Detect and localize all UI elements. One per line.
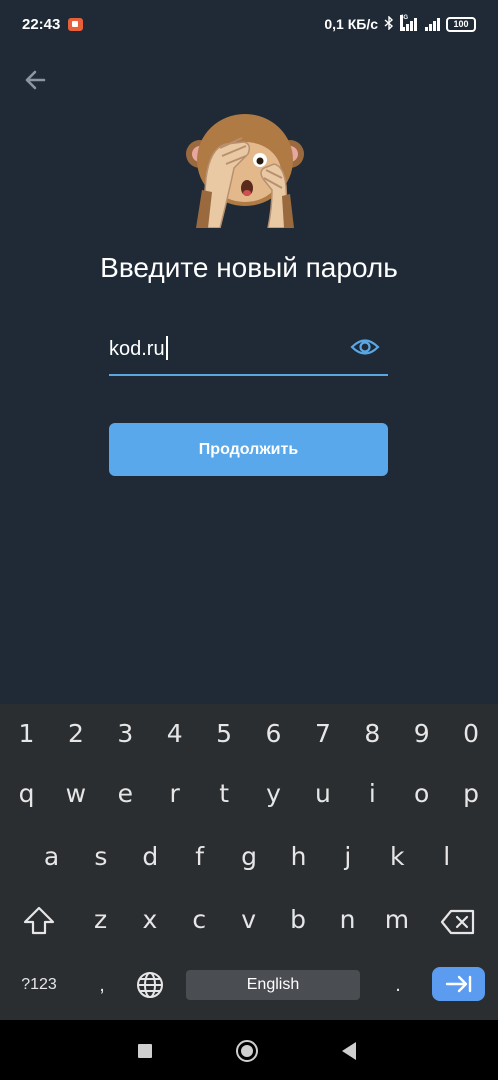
period-key[interactable]: . [384, 970, 412, 1000]
key-f[interactable]: f [175, 827, 224, 885]
key-1[interactable]: 1 [2, 704, 51, 762]
battery-level: 100 [453, 19, 469, 29]
arrow-left-icon [25, 70, 46, 90]
key-j[interactable]: j [323, 827, 372, 885]
keyboard-number-row: 1234567890 [0, 704, 498, 762]
key-t[interactable]: t [200, 764, 249, 822]
key-a[interactable]: a [27, 827, 76, 885]
key-7[interactable]: 7 [298, 704, 347, 762]
key-i[interactable]: i [348, 764, 397, 822]
key-2[interactable]: 2 [51, 704, 100, 762]
key-c[interactable]: c [175, 890, 224, 948]
key-0[interactable]: 0 [447, 704, 496, 762]
key-x[interactable]: x [125, 890, 174, 948]
backspace-key[interactable] [440, 908, 476, 936]
page-title: Введите новый пароль [100, 252, 398, 283]
enter-arrow-icon [445, 975, 471, 993]
key-n[interactable]: n [323, 890, 372, 948]
recents-button[interactable] [138, 1044, 152, 1058]
key-g[interactable]: g [225, 827, 274, 885]
signal-4g-icon: 4G [400, 14, 417, 31]
monkey-sticker [186, 108, 304, 229]
battery-icon: 100 [446, 16, 476, 32]
key-4[interactable]: 4 [150, 704, 199, 762]
comma-key[interactable]: , [88, 970, 116, 1000]
key-d[interactable]: d [126, 827, 175, 885]
key-3[interactable]: 3 [101, 704, 150, 762]
key-9[interactable]: 9 [397, 704, 446, 762]
key-r[interactable]: r [150, 764, 199, 822]
language-key[interactable] [134, 969, 166, 1001]
key-l[interactable]: l [422, 827, 471, 885]
eye-icon [350, 339, 380, 355]
back-button[interactable] [20, 64, 52, 96]
key-6[interactable]: 6 [249, 704, 298, 762]
key-8[interactable]: 8 [348, 704, 397, 762]
key-m[interactable]: m [372, 890, 421, 948]
key-u[interactable]: u [298, 764, 347, 822]
monkey-covering-eyes-icon [186, 114, 304, 229]
nav-back-button[interactable] [342, 1042, 356, 1060]
bluetooth-icon [384, 14, 394, 33]
text-cursor [165, 336, 168, 360]
continue-button[interactable]: Продолжить [109, 423, 388, 476]
keyboard-row-2: asdfghjkl [0, 827, 498, 885]
status-bar: 22:43 0,1 КБ/с 4G 100 [0, 0, 498, 48]
key-5[interactable]: 5 [200, 704, 249, 762]
key-y[interactable]: y [249, 764, 298, 822]
toggle-password-visibility-button[interactable] [350, 332, 380, 362]
screen-record-icon [68, 17, 84, 31]
space-key[interactable]: English [186, 970, 360, 1000]
password-field[interactable]: kod.ru [109, 326, 388, 376]
key-p[interactable]: p [447, 764, 496, 822]
shift-key[interactable] [22, 904, 56, 938]
password-value: kod.ru [109, 338, 165, 360]
shift-icon [23, 906, 55, 935]
key-o[interactable]: o [397, 764, 446, 822]
key-v[interactable]: v [224, 890, 273, 948]
status-time: 22:43 [22, 15, 61, 33]
key-h[interactable]: h [274, 827, 323, 885]
key-q[interactable]: q [2, 764, 51, 822]
key-k[interactable]: k [373, 827, 422, 885]
home-button[interactable] [236, 1040, 258, 1062]
keyboard-row-1: qwertyuiop [0, 764, 498, 822]
enter-key[interactable] [432, 967, 485, 1001]
navigation-bar [0, 1020, 498, 1080]
key-w[interactable]: w [51, 764, 100, 822]
signal-icon [423, 17, 440, 31]
key-z[interactable]: z [76, 890, 125, 948]
password-input[interactable]: kod.ru [109, 336, 168, 361]
key-b[interactable]: b [274, 890, 323, 948]
globe-icon [137, 972, 163, 998]
key-s[interactable]: s [76, 827, 125, 885]
keyboard: 1234567890 qwertyuiop asdfghjkl zxcvbnm … [0, 704, 498, 1020]
status-indicators: 0,1 КБ/с 4G 100 [324, 14, 476, 33]
keyboard-row-3: zxcvbnm [0, 890, 498, 948]
symbols-key[interactable]: ?123 [14, 970, 64, 1000]
key-e[interactable]: e [101, 764, 150, 822]
backspace-icon [440, 909, 475, 935]
network-speed: 0,1 КБ/с [324, 16, 378, 32]
